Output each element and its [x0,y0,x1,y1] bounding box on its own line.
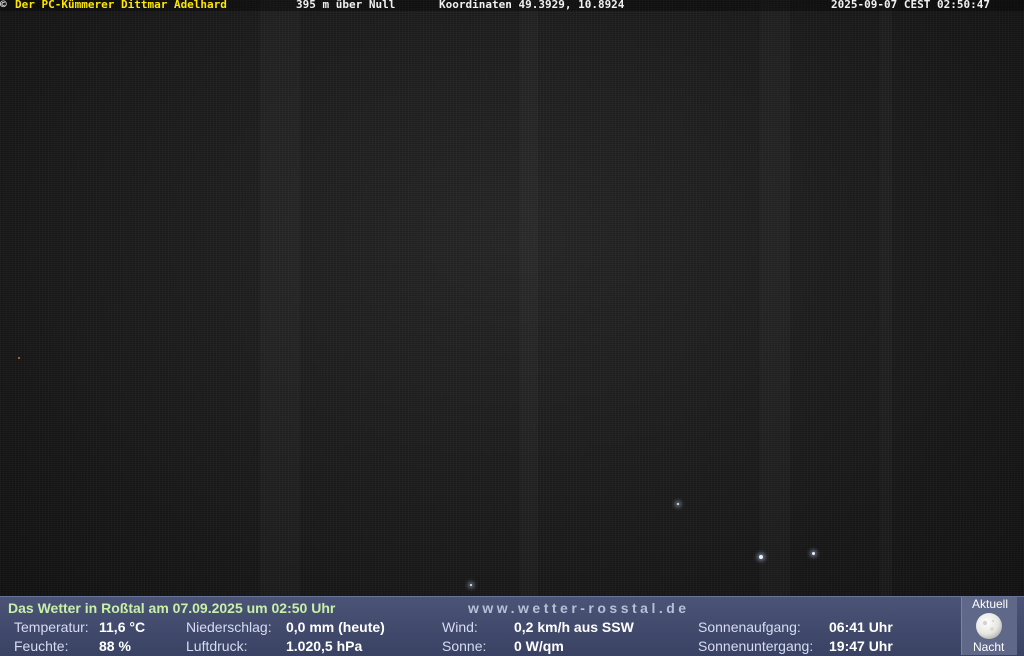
humidity-label: Feuchte: [14,638,69,654]
sun-radiation-value: 0 W/qm [514,638,564,654]
weather-headline: Das Wetter in Roßtal am 07.09.2025 um 02… [8,600,336,616]
website-url: www.wetter-rosstal.de [468,600,690,616]
temperature-label: Temperatur: [14,619,89,635]
distant-light [812,552,815,555]
coordinates-text: Koordinaten 49.3929, 10.8924 [439,0,625,11]
owner-name: Der PC-Kümmerer Dittmar Adelhard [15,0,227,11]
distant-light [677,503,679,505]
humidity-value: 88 % [99,638,131,654]
sunrise-label: Sonnenaufgang: [698,619,801,635]
distant-light [759,555,763,559]
altitude-text: 395 m über Null [296,0,396,11]
copyright-symbol: © [0,0,7,11]
timestamp-text: 2025-09-07 CEST 02:50:47 [831,0,990,11]
sunset-value: 19:47 Uhr [829,638,893,654]
weather-info-bar: Das Wetter in Roßtal am 07.09.2025 um 02… [0,596,1024,656]
pressure-label: Luftdruck: [186,638,248,654]
moon-caption-bottom: Nacht [973,640,1005,654]
pressure-value: 1.020,5 hPa [286,638,363,654]
precipitation-value: 0,0 mm (heute) [286,619,385,635]
distant-light [470,584,472,586]
webcam-frame: © Der PC-Kümmerer Dittmar Adelhard 395 m… [0,0,1024,656]
webcam-caption-bar: © Der PC-Kümmerer Dittmar Adelhard 395 m… [0,0,1024,11]
sunrise-value: 06:41 Uhr [829,619,893,635]
sun-radiation-label: Sonne: [442,638,487,654]
moon-caption-top: Aktuell [972,597,1009,611]
moon-icon [976,613,1002,639]
distant-light [18,357,20,359]
sunset-label: Sonnenuntergang: [698,638,814,654]
precipitation-label: Niederschlag: [186,619,272,635]
wind-label: Wind: [442,619,478,635]
temperature-value: 11,6 °C [99,619,146,635]
moon-phase-box: Aktuell Nacht [961,597,1017,655]
wind-value: 0,2 km/h aus SSW [514,619,634,635]
night-webcam-image [0,0,1024,596]
